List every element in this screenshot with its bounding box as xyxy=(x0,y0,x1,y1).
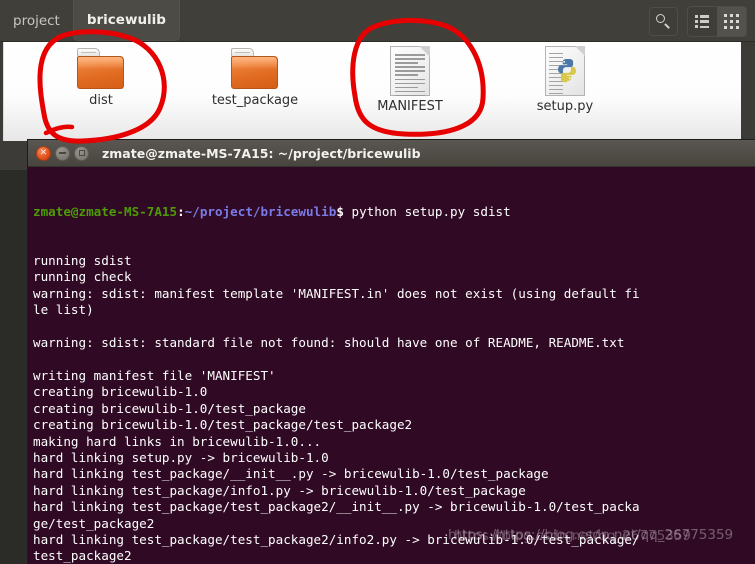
terminal-line: creating bricewulib-1.0/test_package xyxy=(33,400,306,416)
search-icon xyxy=(656,14,671,29)
file-list-area[interactable]: dist test_package MANIFEST setup.py xyxy=(3,42,741,141)
breadcrumb-item-bricewulib[interactable]: bricewulib xyxy=(72,0,180,41)
terminal-window[interactable]: ✕ zmate@zmate-MS-7A15: ~/project/bricewu… xyxy=(28,140,755,564)
terminal-title: zmate@zmate-MS-7A15: ~/project/bricewuli… xyxy=(102,145,421,161)
breadcrumb-label: bricewulib xyxy=(86,12,166,28)
terminal-line: hard linking test_package/info1.py -> br… xyxy=(33,482,526,498)
terminal-output[interactable]: zmate@zmate-MS-7A15:~/project/bricewulib… xyxy=(28,167,755,564)
terminal-line: warning: sdist: standard file not found:… xyxy=(33,335,625,351)
minimize-window-button[interactable] xyxy=(55,145,70,161)
file-manager-toolbar xyxy=(649,6,747,37)
terminal-line: making hard links in bricewulib-1.0... xyxy=(33,433,322,449)
terminal-titlebar: ✕ zmate@zmate-MS-7A15: ~/project/bricewu… xyxy=(28,140,755,167)
file-item-label: dist xyxy=(89,93,113,108)
prompt-user-host: zmate@zmate-MS-7A15 xyxy=(33,203,178,219)
breadcrumb-label: project xyxy=(13,12,60,29)
terminal-line: le list) xyxy=(33,302,94,318)
file-item-setup-py[interactable]: setup.py xyxy=(510,46,620,114)
file-item-label: MANIFEST xyxy=(377,99,443,114)
file-item-label: setup.py xyxy=(536,99,594,114)
list-view-icon xyxy=(695,15,710,28)
breadcrumb-item-project[interactable]: project xyxy=(0,0,73,41)
prompt-dollar: $ xyxy=(336,203,344,219)
prompt-path: ~/project/bricewulib xyxy=(184,203,337,219)
prompt-command: python setup.py sdist xyxy=(343,203,511,219)
file-item-test-package[interactable]: test_package xyxy=(200,46,310,108)
terminal-line: running check xyxy=(33,269,132,285)
file-manager-header: project bricewulib xyxy=(0,0,755,42)
folder-icon xyxy=(76,48,126,90)
file-item-manifest[interactable]: MANIFEST xyxy=(355,46,465,114)
terminal-line: ge/test_package2 xyxy=(33,515,155,531)
terminal-line: warning: sdist: manifest template 'MANIF… xyxy=(33,285,640,301)
terminal-line: hard linking test_package/__init__.py ->… xyxy=(33,466,549,482)
terminal-line: test_package2 xyxy=(33,548,132,564)
terminal-line: writing manifest file 'MANIFEST' xyxy=(33,367,276,383)
terminal-line: running sdist xyxy=(33,253,132,269)
grid-view-icon xyxy=(724,14,739,29)
search-button[interactable] xyxy=(649,7,678,36)
terminal-output-lines: running sdist running check warning: sdist… xyxy=(33,253,751,564)
terminal-line: hard linking test_package/test_package2/… xyxy=(33,499,640,515)
file-item-label: test_package xyxy=(211,93,299,108)
close-window-button[interactable]: ✕ xyxy=(36,145,51,161)
maximize-window-button[interactable] xyxy=(74,145,89,161)
terminal-prompt-line: zmate@zmate-MS-7A15:~/project/bricewulib… xyxy=(33,204,751,220)
grid-view-button[interactable] xyxy=(717,7,746,36)
folder-icon xyxy=(230,48,280,90)
file-item-dist[interactable]: dist xyxy=(46,46,156,108)
terminal-line: creating bricewulib-1.0 xyxy=(33,384,208,400)
document-file-icon xyxy=(390,46,430,97)
list-view-button[interactable] xyxy=(688,7,717,36)
breadcrumb: project bricewulib xyxy=(0,0,180,41)
terminal-line: hard linking setup.py -> bricewulib-1.0 xyxy=(33,449,329,465)
prompt-separator: : xyxy=(177,203,185,219)
python-logo-icon xyxy=(558,59,576,83)
python-file-icon xyxy=(545,46,585,96)
terminal-line: creating bricewulib-1.0/test_package/tes… xyxy=(33,417,413,433)
view-mode-toggle-group xyxy=(687,6,747,37)
terminal-line: hard linking test_package/test_package2/… xyxy=(33,531,640,547)
